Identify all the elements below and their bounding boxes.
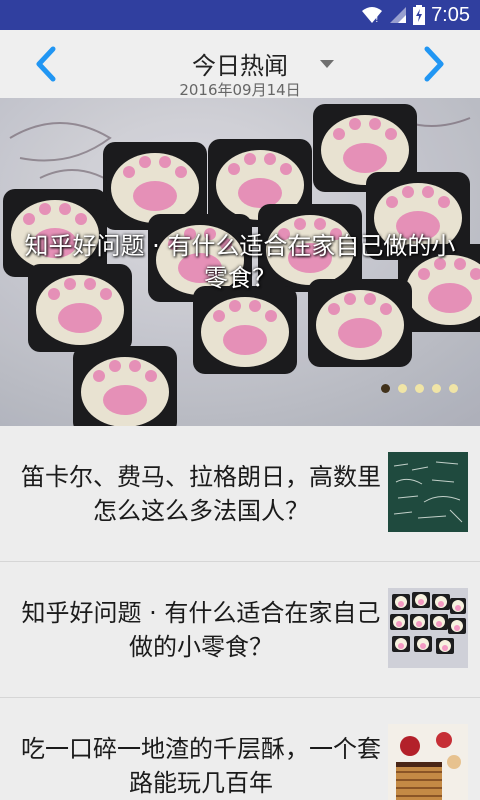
list-item[interactable]: 吃一口碎一地渣的千层酥，一个套路能玩几百年 xyxy=(0,698,480,800)
date-label: 2016年09月14日 xyxy=(179,81,301,99)
top-story-banner[interactable]: 知乎好问题 · 有什么适合在家自己做的小 零食？ xyxy=(0,98,480,426)
page-title[interactable]: 今日热闻 xyxy=(0,46,480,81)
status-bar: ! 7:05 xyxy=(0,0,480,30)
header: 今日热闻 2016年09月14日 xyxy=(0,30,480,99)
banner-title: 知乎好问题 · 有什么适合在家自己做的小 零食？ xyxy=(24,232,456,292)
status-icons: ! 7:05 xyxy=(361,3,470,27)
chevron-right-icon xyxy=(424,46,444,82)
battery-icon xyxy=(413,5,426,25)
dropdown-caret-icon[interactable] xyxy=(320,60,334,68)
next-day-button[interactable] xyxy=(420,44,450,84)
svg-text:!: ! xyxy=(375,15,379,24)
story-title: 知乎好问题 · 有什么适合在家自己做的小零食？ xyxy=(21,599,381,661)
list-item[interactable]: 知乎好问题 · 有什么适合在家自己做的小零食？ xyxy=(0,562,480,698)
carousel-dot[interactable] xyxy=(381,384,390,393)
story-thumbnail xyxy=(388,452,468,532)
carousel-indicators xyxy=(381,384,458,393)
carousel-dot[interactable] xyxy=(432,384,441,393)
story-title: 笛卡尔、费马、拉格朗日，高数里怎么这么多法国人？ xyxy=(21,463,381,525)
wifi-icon: ! xyxy=(362,7,383,24)
list-item[interactable]: 笛卡尔、费马、拉格朗日，高数里怎么这么多法国人？ xyxy=(0,426,480,562)
story-title: 吃一口碎一地渣的千层酥，一个套路能玩几百年 xyxy=(21,735,381,797)
story-thumbnail xyxy=(388,724,468,800)
carousel-dot[interactable] xyxy=(398,384,407,393)
status-time: 7:05 xyxy=(431,3,470,26)
carousel-dot[interactable] xyxy=(449,384,458,393)
story-thumbnail xyxy=(388,588,468,668)
carousel-dot[interactable] xyxy=(415,384,424,393)
story-list: 笛卡尔、费马、拉格朗日，高数里怎么这么多法国人？ 知乎好问题 · 有什么适合在家… xyxy=(0,426,480,800)
signal-icon xyxy=(390,7,407,23)
